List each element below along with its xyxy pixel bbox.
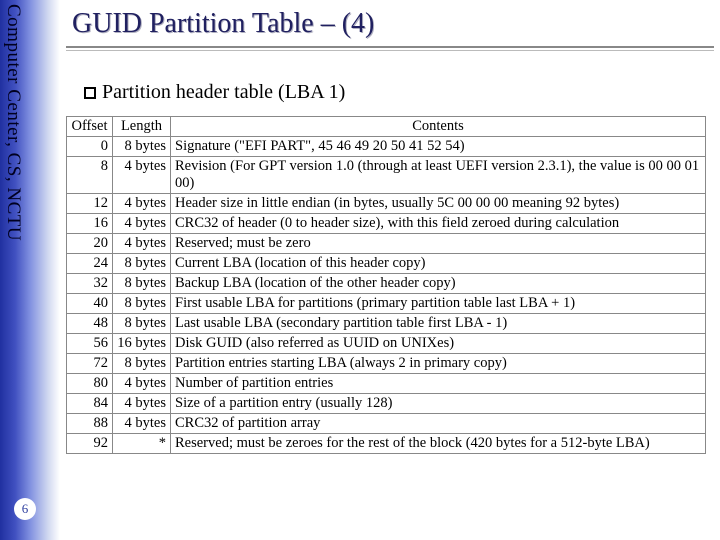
cell-contents: Disk GUID (also referred as UUID on UNIX… bbox=[171, 334, 706, 354]
cell-contents: Last usable LBA (secondary partition tab… bbox=[171, 314, 706, 334]
cell-contents: Reserved; must be zeroes for the rest of… bbox=[171, 434, 706, 454]
cell-contents: Reserved; must be zero bbox=[171, 234, 706, 254]
subtitle-text: Partition header table (LBA 1) bbox=[102, 81, 345, 103]
cell-length: * bbox=[113, 434, 171, 454]
cell-contents: First usable LBA for partitions (primary… bbox=[171, 294, 706, 314]
title-rule-1 bbox=[66, 46, 714, 48]
cell-contents: CRC32 of partition array bbox=[171, 414, 706, 434]
cell-contents: CRC32 of header (0 to header size), with… bbox=[171, 214, 706, 234]
table-header-row: Offset Length Contents bbox=[67, 117, 706, 137]
cell-length: 16 bytes bbox=[113, 334, 171, 354]
cell-contents: Backup LBA (location of the other header… bbox=[171, 274, 706, 294]
cell-offset: 0 bbox=[67, 137, 113, 157]
cell-offset: 8 bbox=[67, 157, 113, 194]
table-row: 728 bytesPartition entries starting LBA … bbox=[67, 354, 706, 374]
cell-contents: Header size in little endian (in bytes, … bbox=[171, 194, 706, 214]
cell-length: 8 bytes bbox=[113, 254, 171, 274]
cell-length: 4 bytes bbox=[113, 194, 171, 214]
cell-length: 8 bytes bbox=[113, 314, 171, 334]
cell-offset: 88 bbox=[67, 414, 113, 434]
cell-contents: Partition entries starting LBA (always 2… bbox=[171, 354, 706, 374]
cell-length: 4 bytes bbox=[113, 394, 171, 414]
page-number-badge: 6 bbox=[14, 498, 36, 520]
cell-length: 8 bytes bbox=[113, 274, 171, 294]
cell-length: 8 bytes bbox=[113, 354, 171, 374]
table-row: 92*Reserved; must be zeroes for the rest… bbox=[67, 434, 706, 454]
cell-contents: Number of partition entries bbox=[171, 374, 706, 394]
table-row: 328 bytesBackup LBA (location of the oth… bbox=[67, 274, 706, 294]
cell-offset: 16 bbox=[67, 214, 113, 234]
cell-length: 4 bytes bbox=[113, 374, 171, 394]
cell-length: 4 bytes bbox=[113, 157, 171, 194]
cell-offset: 92 bbox=[67, 434, 113, 454]
cell-length: 4 bytes bbox=[113, 234, 171, 254]
cell-contents: Size of a partition entry (usually 128) bbox=[171, 394, 706, 414]
cell-length: 4 bytes bbox=[113, 214, 171, 234]
table-row: 884 bytesCRC32 of partition array bbox=[67, 414, 706, 434]
slide-content: GUID Partition Table – (4) Partition hea… bbox=[66, 8, 714, 454]
cell-offset: 84 bbox=[67, 394, 113, 414]
slide-title: GUID Partition Table – (4) bbox=[66, 8, 714, 40]
cell-offset: 40 bbox=[67, 294, 113, 314]
cell-offset: 24 bbox=[67, 254, 113, 274]
bullet-icon bbox=[84, 87, 96, 99]
cell-offset: 72 bbox=[67, 354, 113, 374]
table-row: 804 bytesNumber of partition entries bbox=[67, 374, 706, 394]
slide-subtitle: Partition header table (LBA 1) bbox=[66, 81, 714, 104]
table-row: 164 bytesCRC32 of header (0 to header si… bbox=[67, 214, 706, 234]
cell-offset: 48 bbox=[67, 314, 113, 334]
cell-offset: 12 bbox=[67, 194, 113, 214]
table-row: 124 bytesHeader size in little endian (i… bbox=[67, 194, 706, 214]
cell-offset: 20 bbox=[67, 234, 113, 254]
cell-contents: Signature ("EFI PART", 45 46 49 20 50 41… bbox=[171, 137, 706, 157]
cell-contents: Revision (For GPT version 1.0 (through a… bbox=[171, 157, 706, 194]
sidebar-vertical-label: Computer Center, CS, NCTU bbox=[2, 4, 24, 241]
table-row: 844 bytesSize of a partition entry (usua… bbox=[67, 394, 706, 414]
cell-offset: 32 bbox=[67, 274, 113, 294]
cell-length: 8 bytes bbox=[113, 137, 171, 157]
table-row: 5616 bytesDisk GUID (also referred as UU… bbox=[67, 334, 706, 354]
title-rule-2 bbox=[66, 50, 714, 51]
col-length: Length bbox=[113, 117, 171, 137]
cell-length: 8 bytes bbox=[113, 294, 171, 314]
table-row: 204 bytesReserved; must be zero bbox=[67, 234, 706, 254]
table-row: 08 bytesSignature ("EFI PART", 45 46 49 … bbox=[67, 137, 706, 157]
cell-length: 4 bytes bbox=[113, 414, 171, 434]
cell-contents: Current LBA (location of this header cop… bbox=[171, 254, 706, 274]
table-row: 84 bytesRevision (For GPT version 1.0 (t… bbox=[67, 157, 706, 194]
table-row: 488 bytesLast usable LBA (secondary part… bbox=[67, 314, 706, 334]
partition-header-table: Offset Length Contents 08 bytesSignature… bbox=[66, 116, 706, 454]
cell-offset: 56 bbox=[67, 334, 113, 354]
table-row: 248 bytesCurrent LBA (location of this h… bbox=[67, 254, 706, 274]
col-contents: Contents bbox=[171, 117, 706, 137]
col-offset: Offset bbox=[67, 117, 113, 137]
cell-offset: 80 bbox=[67, 374, 113, 394]
table-row: 408 bytesFirst usable LBA for partitions… bbox=[67, 294, 706, 314]
